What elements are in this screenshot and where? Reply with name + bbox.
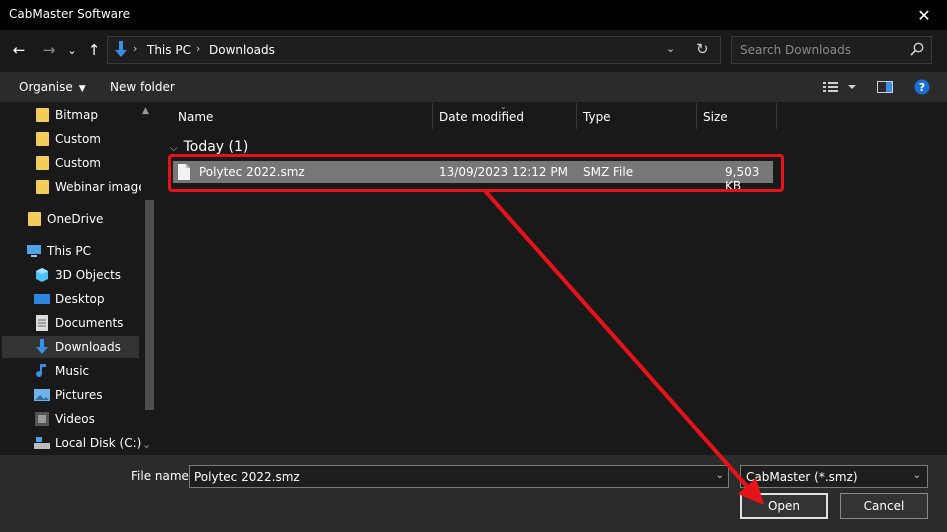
cube-icon [34,267,50,283]
sidebar-item-label: This PC [47,244,91,258]
chevron-down-icon: ⌄ [912,470,921,481]
sidebar-item-bitmap[interactable]: Bitmap [34,104,98,126]
sidebar-item-desktop[interactable]: Desktop [34,288,105,310]
address-bar[interactable]: › This PC › Downloads ⌄ ↻ [107,36,721,64]
sidebar-item-local-disk[interactable]: Local Disk (C:) [34,432,141,454]
search-placeholder: Search Downloads [740,43,851,57]
search-icon[interactable] [910,42,924,59]
group-label: Today (1) [183,139,249,155]
sidebar-item-label: Custom [55,132,101,146]
column-header-date-modified[interactable]: Date modified [432,103,577,129]
svg-text:?: ? [919,81,925,94]
caret-down-icon: ▼ [78,84,86,94]
organise-menu[interactable]: Organise ▼ [19,80,86,94]
sidebar-item-label: Bitmap [55,108,98,122]
navigation-pane: Bitmap Custom Custom Webinar images OneD… [0,103,158,455]
file-name-label: File name: [131,469,193,483]
close-button[interactable]: ✕ [901,0,947,30]
column-header-name[interactable]: Name [171,103,433,129]
chevron-down-icon[interactable]: ⌄ [716,470,724,481]
folder-icon [34,131,50,147]
picture-icon [34,387,50,403]
folder-icon [34,155,50,171]
folder-icon [34,179,50,195]
sidebar-item-label: OneDrive [47,212,104,226]
sidebar-item-label: Local Disk (C:) [55,436,142,450]
folder-icon [26,211,42,227]
sidebar-item-label: Desktop [55,292,105,306]
window-title: CabMaster Software [9,7,131,21]
sidebar-item-label: Documents [55,316,124,330]
sidebar-item-downloads[interactable]: Downloads [2,336,139,358]
sidebar-item-pictures[interactable]: Pictures [34,384,103,406]
organise-label: Organise [19,80,73,94]
file-type-select[interactable]: CabMaster (*.smz) ⌄ [740,465,928,488]
sidebar-item-custom[interactable]: Custom [34,128,101,150]
file-dialog-footer: File name: Polytec 2022.smz ⌄ CabMaster … [0,455,947,532]
desktop-icon [34,291,50,307]
video-icon [34,411,50,427]
sidebar-item-this-pc[interactable]: This PC [26,240,91,262]
download-icon [114,41,128,62]
computer-icon [26,243,42,259]
command-toolbar: Organise ▼ New folder ? [0,72,947,102]
breadcrumb-this-pc[interactable]: This PC [147,43,191,57]
sidebar-item-documents[interactable]: Documents [34,312,123,334]
breadcrumb-separator: › [133,42,138,55]
forward-button[interactable]: → [38,38,60,62]
back-button[interactable]: ← [8,38,30,62]
group-header-today[interactable]: ⌵ Today (1) [170,139,248,155]
sidebar-item-label: Music [55,364,90,378]
search-box[interactable]: Search Downloads [731,36,932,64]
recent-locations-button[interactable]: ⌄ [64,38,80,62]
refresh-button[interactable]: ↻ [696,40,709,58]
cancel-button[interactable]: Cancel [840,493,928,519]
download-icon [34,339,50,355]
open-button[interactable]: Open [740,493,828,519]
file-name-value: Polytec 2022.smz [194,470,300,484]
new-folder-button[interactable]: New folder [110,80,175,94]
sidebar-item-label: 3D Objects [55,268,122,282]
sidebar-item-webinar-images[interactable]: Webinar images [34,176,152,198]
scroll-up-button[interactable]: ▲ [142,106,149,116]
title-bar: CabMaster Software ✕ [0,0,947,30]
sidebar-item-videos[interactable]: Videos [34,408,95,430]
sidebar-item-music[interactable]: Music [34,360,89,382]
breadcrumb-separator: › [196,42,201,55]
sidebar-item-onedrive[interactable]: OneDrive [26,208,103,230]
file-name-input[interactable]: Polytec 2022.smz ⌄ [189,465,729,488]
column-header-size[interactable]: Size [696,103,777,129]
chevron-down-icon: ⌵ [170,143,178,154]
music-icon [34,363,50,379]
breadcrumb-downloads[interactable]: Downloads [209,43,275,57]
sidebar-item-3d-objects[interactable]: 3D Objects [34,264,121,286]
annotation-highlight-box [168,154,784,192]
view-options-icon[interactable] [823,80,857,97]
help-icon[interactable]: ? [914,79,930,98]
sidebar-scroll-thumb[interactable] [145,200,154,410]
sidebar-item-label: Videos [55,412,95,426]
document-icon [34,315,50,331]
folder-icon [34,107,50,123]
address-dropdown-button[interactable]: ⌄ [666,42,675,55]
scroll-down-button[interactable]: ⌄ [142,438,151,451]
preview-pane-icon[interactable] [877,80,893,97]
sidebar-item-label: Downloads [55,340,121,354]
column-header-type[interactable]: Type [576,103,697,129]
sidebar-item-custom-2[interactable]: Custom [34,152,101,174]
disk-icon [34,435,50,451]
sidebar-item-label: Custom [55,156,101,170]
file-type-value: CabMaster (*.smz) [746,470,858,484]
up-button[interactable]: ↑ [84,38,104,62]
sidebar-item-label: Pictures [55,388,103,402]
sidebar-item-label: Webinar images [55,180,152,194]
